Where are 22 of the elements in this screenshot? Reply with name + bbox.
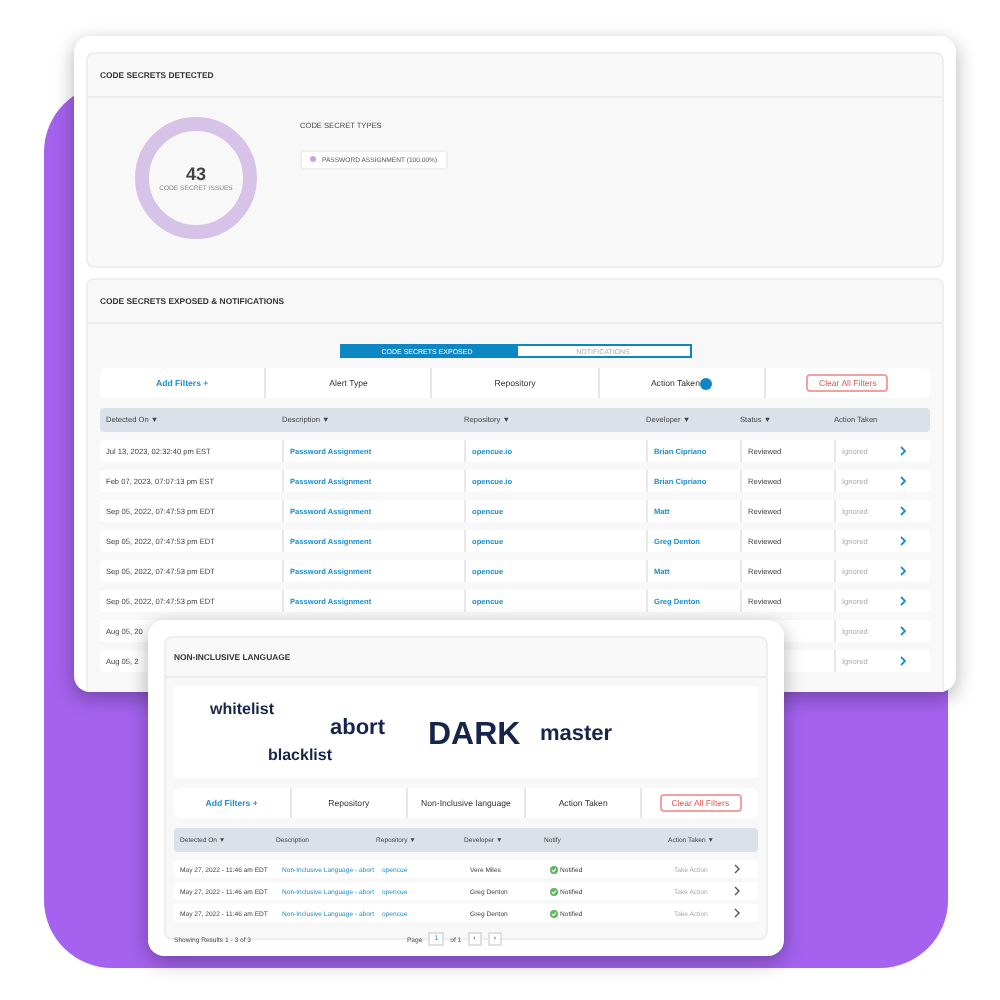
chevron-icon[interactable] xyxy=(899,596,905,606)
cloud-word: blacklist xyxy=(268,748,333,764)
issue-count: 43 xyxy=(185,164,206,184)
chevron-icon[interactable] xyxy=(733,864,739,874)
chevron-icon[interactable] xyxy=(899,446,905,456)
cloud-word: DARK xyxy=(428,720,521,752)
chevron-icon[interactable] xyxy=(899,476,905,486)
cloud-word: whitelist xyxy=(210,702,275,718)
chevron-icon[interactable] xyxy=(899,626,905,636)
chevron-icon[interactable] xyxy=(899,506,905,516)
chevron-icon[interactable] xyxy=(899,536,905,546)
count-badge-icon xyxy=(699,377,712,389)
chevron-icon[interactable] xyxy=(733,908,739,918)
check-icon xyxy=(550,887,558,895)
donut-ring xyxy=(135,117,257,239)
chevron-icon[interactable] xyxy=(733,886,739,896)
check-icon xyxy=(550,909,558,917)
chevron-icon[interactable] xyxy=(899,656,905,666)
cloud-word: abort xyxy=(330,718,385,740)
check-icon xyxy=(550,865,558,873)
cloud-word: master xyxy=(540,724,613,746)
chevron-icon[interactable] xyxy=(899,566,905,576)
